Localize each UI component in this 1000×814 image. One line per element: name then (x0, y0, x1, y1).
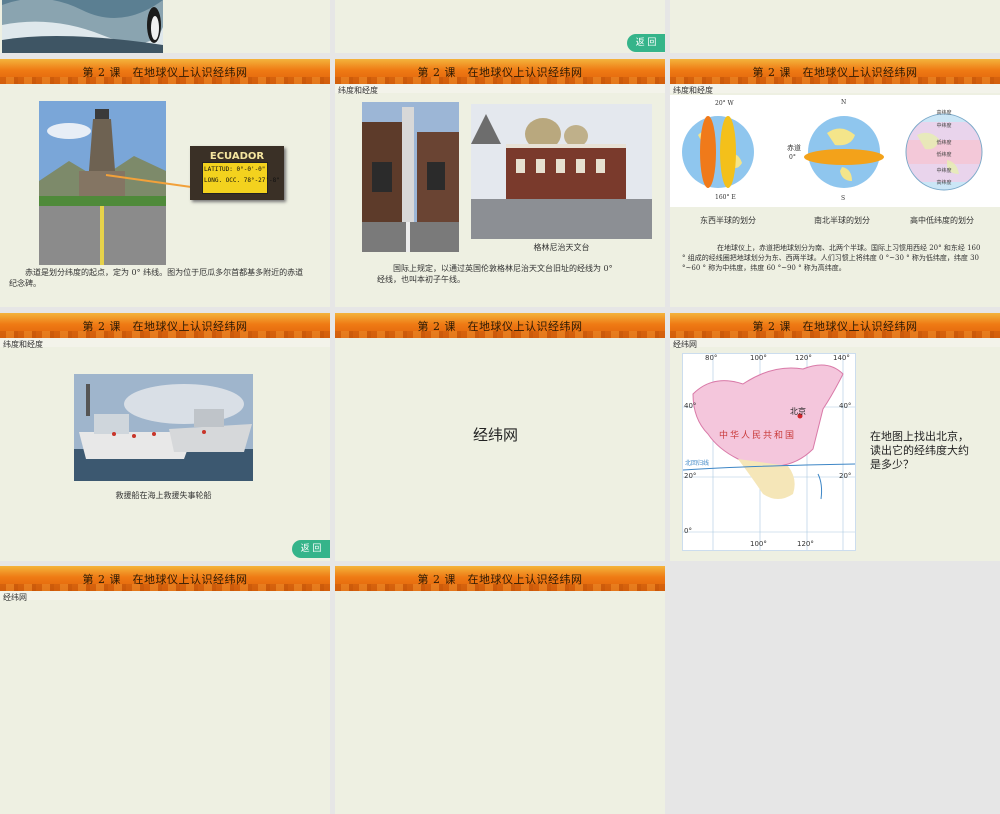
lon-label: 120° (795, 354, 812, 362)
photo-caption: 格林尼治天文台 (533, 243, 590, 252)
slide-greenwich[interactable]: 第 2 课 在地球仪上认识经纬网 纬度和经度 格林尼治天文台 国际上规定，以通过… (335, 59, 665, 307)
lon-label: 120° (797, 540, 814, 548)
equator-monument-photo (39, 101, 166, 265)
slide-10[interactable]: 第 2 课 在地球仪上认识经纬网 经纬网 (0, 566, 330, 814)
banner-title: 第 2 课 在地球仪上认识经纬网 (82, 320, 248, 333)
back-button[interactable]: 返 回 (627, 34, 665, 52)
country-label: 中华人民共和国 (719, 431, 797, 441)
slide-3[interactable] (670, 0, 1000, 53)
slide-2[interactable]: 返 回 (335, 0, 665, 53)
lon-label: 140° (833, 354, 850, 362)
caption: 赤道是划分纬度的起点，定为 0° 纬线。图为位于厄瓜多尔首都基多附近的赤道纪念碑… (9, 268, 304, 288)
lat-label: 40° (839, 402, 852, 410)
banner-title: 第 2 课 在地球仪上认识经纬网 (417, 320, 583, 333)
rescue-ship-photo (74, 374, 253, 481)
band-label: 低纬度 (936, 152, 952, 158)
lon-label: 100° (750, 540, 767, 548)
globe2-zero: 0° (789, 154, 796, 161)
subtitle-strip (0, 591, 330, 600)
sign-latitude: LATITUD: 0°-0'-0" (204, 166, 266, 173)
subtitle: 经纬网 (673, 340, 697, 349)
lat-label: 20° (839, 472, 852, 480)
subtitle-strip (335, 84, 665, 93)
banner-title: 第 2 课 在地球仪上认识经纬网 (82, 66, 248, 79)
banner: 第 2 课 在地球仪上认识经纬网 (670, 313, 1000, 338)
lat-label: 40° (684, 402, 697, 410)
ecuador-sign: ECUADOR LATITUD: 0°-0'-0" LONG. OCC. 78°… (190, 146, 284, 200)
north-south-globe (804, 116, 884, 188)
band-label: 高纬度 (936, 180, 952, 186)
banner: 第 2 课 在地球仪上认识经纬网 (335, 566, 665, 591)
slide-rescue-ship[interactable]: 第 2 课 在地球仪上认识经纬网 纬度和经度 救援船在海上救援失事轮船 返 回 (0, 313, 330, 561)
banner-title: 第 2 课 在地球仪上认识经纬网 (82, 573, 248, 586)
band-label: 低纬度 (936, 140, 952, 146)
subtitle-strip (670, 338, 1000, 347)
tropic-label: 北回归线 (685, 460, 710, 467)
latitude-band-labels: 高纬度 中纬度 低纬度 低纬度 中纬度 高纬度 (932, 109, 956, 186)
subtitle: 经纬网 (3, 593, 27, 602)
slide-hemispheres[interactable]: 第 2 课 在地球仪上认识经纬网 纬度和经度 20° W 160° E N S … (670, 59, 1000, 307)
subtitle-strip (0, 338, 330, 347)
slide-equator-monument[interactable]: 第 2 课 在地球仪上认识经纬网 ECUADOR LATITUD: 0°-0'-… (0, 59, 330, 307)
lon-label: 100° (750, 354, 767, 362)
back-button[interactable]: 返 回 (292, 540, 330, 558)
greenwich-observatory-photo (471, 104, 652, 239)
east-west-globe (682, 116, 754, 188)
slide-graticule-title[interactable]: 第 2 课 在地球仪上认识经纬网 经纬网 (335, 313, 665, 561)
banner: 第 2 课 在地球仪上认识经纬网 (0, 566, 330, 591)
banner-title: 第 2 课 在地球仪上认识经纬网 (752, 320, 918, 333)
lon-label: 80° (705, 354, 718, 362)
china-map: 北京 中华人民共和国 北回归线 80° 100° 120° 140° 100° … (682, 353, 856, 551)
globe1-top-label: 20° W (715, 100, 734, 107)
lat-label: 20° (684, 472, 697, 480)
globe3-caption: 高中低纬度的划分 (910, 216, 974, 225)
caption: 救援船在海上救援失事轮船 (115, 491, 212, 500)
globe2-s: S (841, 195, 846, 202)
meridian-line-photo (362, 102, 459, 252)
caption: 国际上规定，以通过英国伦敦格林尼治天文台旧址的经线为 0° 经线，也叫本初子午线… (377, 264, 613, 284)
band-label: 高纬度 (936, 110, 952, 116)
banner-title: 第 2 课 在地球仪上认识经纬网 (752, 66, 918, 79)
banner-title: 第 2 课 在地球仪上认识经纬网 (417, 66, 583, 79)
globe1-caption: 东西半球的划分 (700, 216, 756, 225)
subtitle: 纬度和经度 (338, 86, 378, 95)
banner: 第 2 课 在地球仪上认识经纬网 (670, 59, 1000, 84)
slide-11[interactable]: 第 2 课 在地球仪上认识经纬网 (335, 566, 665, 814)
band-label: 中纬度 (936, 168, 952, 174)
subtitle: 纬度和经度 (3, 340, 43, 349)
beijing-label: 北京 (790, 407, 806, 416)
subtitle-strip (670, 84, 1000, 93)
globe2-n: N (841, 99, 847, 106)
slide-1[interactable] (0, 0, 330, 53)
lat-label: 0° (684, 527, 692, 535)
slide-china-map[interactable]: 第 2 课 在地球仪上认识经纬网 经纬网 北京 中华人民共和国 北回归线 80°… (670, 313, 1000, 561)
banner: 第 2 课 在地球仪上认识经纬网 (0, 313, 330, 338)
penguin-photo (2, 0, 163, 53)
globe2-caption: 南北半球的划分 (814, 216, 870, 225)
band-label: 中纬度 (936, 123, 952, 129)
question: 在地图上找出北京，读出它的经纬度大约是多少？ (870, 430, 969, 471)
description: 在地球仪上，赤道把地球划分为南、北两个半球。国际上习惯用西经 20° 和东经 1… (682, 244, 981, 272)
sign-country: ECUADOR (209, 151, 265, 162)
banner: 第 2 课 在地球仪上认识经纬网 (0, 59, 330, 84)
heading: 经纬网 (473, 426, 519, 444)
banner: 第 2 课 在地球仪上认识经纬网 (335, 313, 665, 338)
banner: 第 2 课 在地球仪上认识经纬网 (335, 59, 665, 84)
sign-longitude: LONG. OCC. 78°-27'-8" (204, 177, 280, 184)
globe1-bottom-label: 160° E (715, 194, 736, 201)
banner-title: 第 2 课 在地球仪上认识经纬网 (417, 573, 583, 586)
